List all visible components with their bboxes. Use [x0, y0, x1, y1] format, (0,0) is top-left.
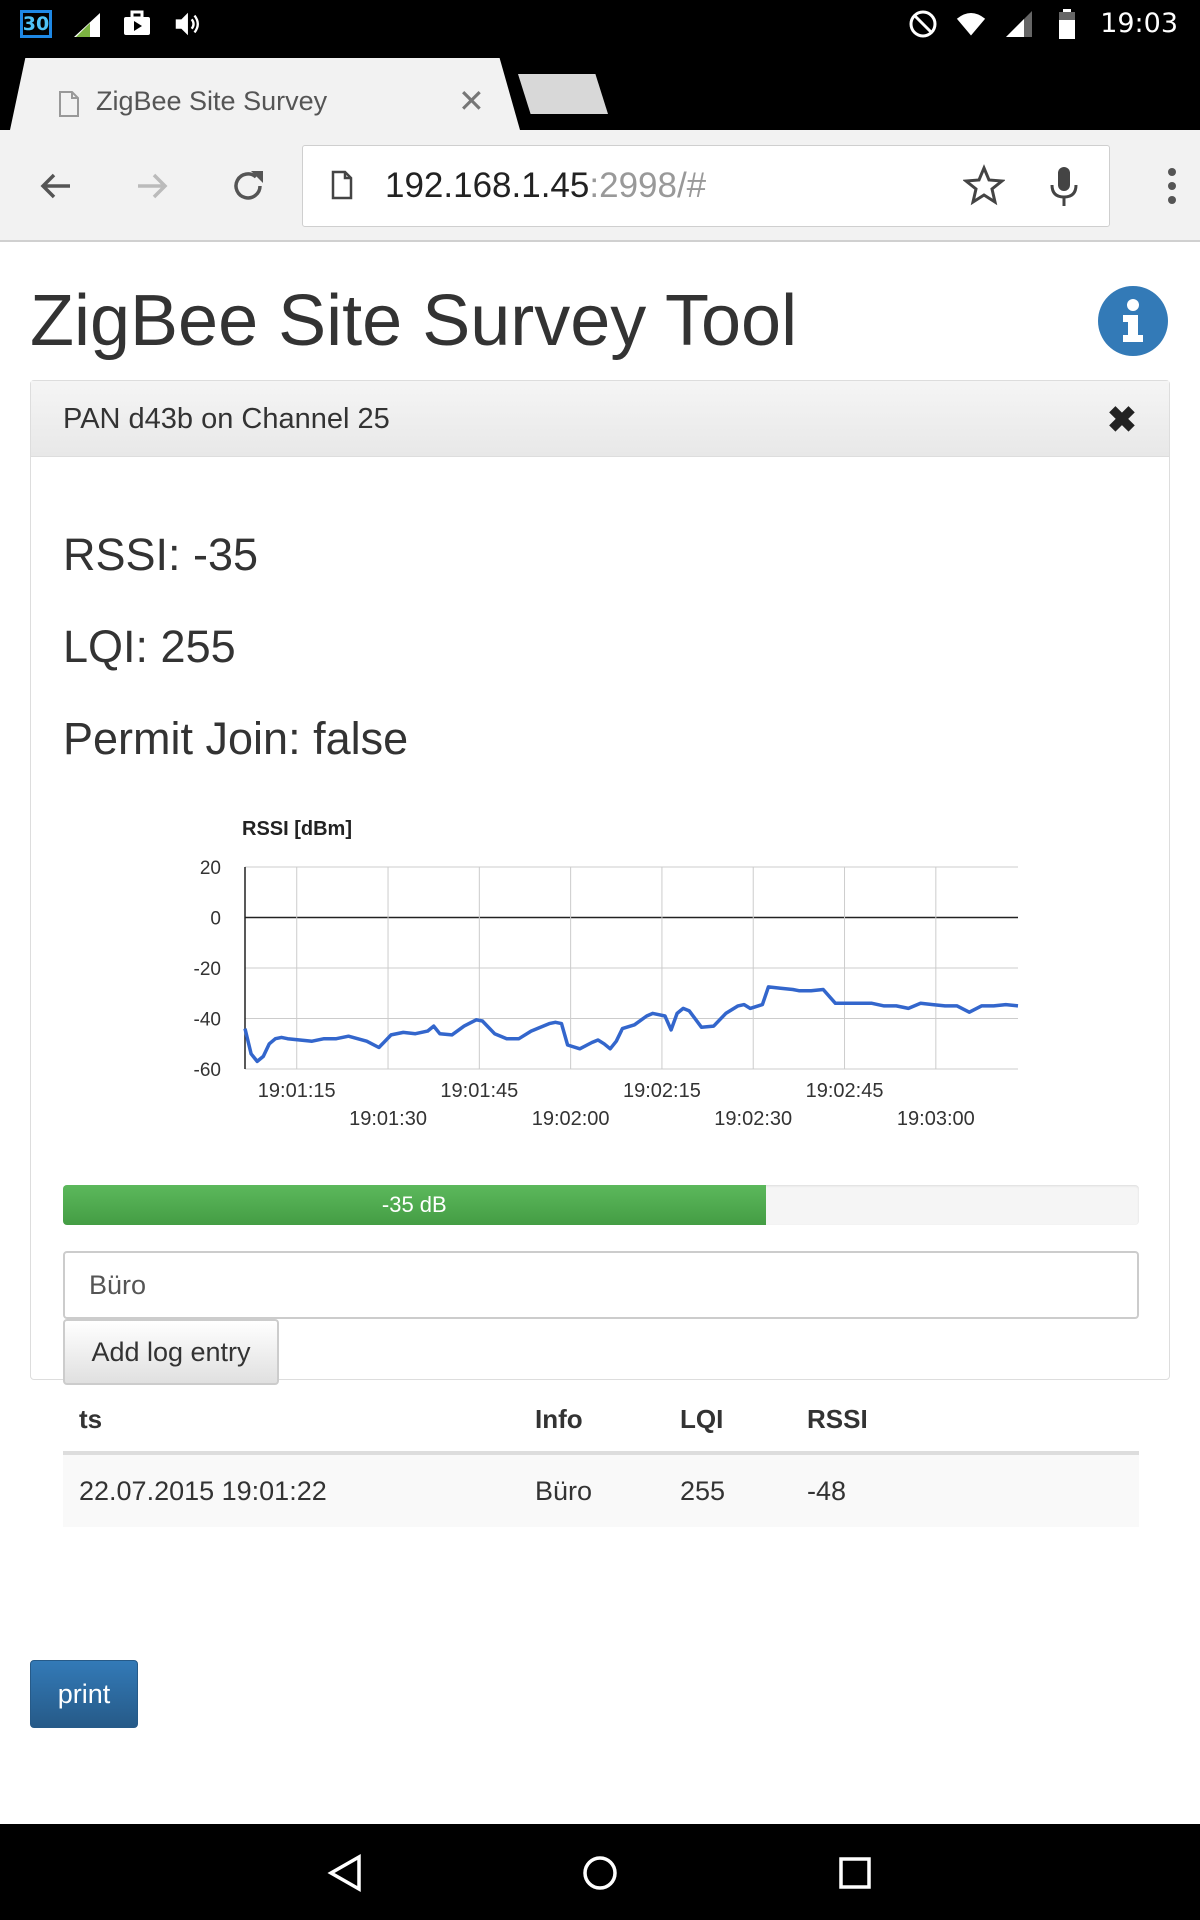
info-icon [1123, 299, 1143, 342]
info-button[interactable] [1098, 286, 1168, 356]
signal-progress-label: -35 dB [381, 1192, 447, 1217]
reload-icon [234, 171, 263, 200]
rssi-series-line [243, 985, 1019, 1064]
status-bar: 30 19:03 [0, 0, 1200, 50]
page-content: ZigBee Site Survey Tool PAN d43b on Chan… [0, 244, 1200, 1824]
microphone-icon[interactable] [1043, 164, 1085, 215]
do-not-disturb-icon [908, 9, 938, 39]
column-header-ts: ts [63, 1387, 519, 1455]
pan-panel: PAN d43b on Channel 25 ✖ RSSI: -35 LQI: … [30, 380, 1170, 1527]
y-tick-label: -40 [194, 1010, 221, 1031]
bookmark-star-icon[interactable] [962, 164, 1006, 211]
x-tick-label: 19:02:45 [806, 1080, 884, 1102]
close-tab-icon[interactable]: ✕ [458, 82, 485, 120]
permit-join-value: Permit Join: false [63, 713, 409, 764]
page-info-icon[interactable] [331, 170, 353, 205]
x-tick-label: 19:02:30 [714, 1108, 792, 1130]
cell-ts: 22.07.2015 19:01:22 [63, 1453, 519, 1527]
x-tick-label: 19:01:45 [440, 1080, 518, 1102]
cell-rssi: -48 [791, 1453, 1139, 1527]
y-tick-label: 20 [200, 858, 221, 879]
column-header-rssi: RSSI [791, 1387, 1139, 1455]
cell-lqi: 255 [664, 1453, 791, 1527]
arrow-right-icon [138, 173, 168, 199]
table-header-row: ts Info LQI RSSI [63, 1387, 1139, 1455]
browser-toolbar: 192.168.1.45:2998/# [0, 130, 1200, 242]
nav-recents-icon[interactable] [830, 1848, 880, 1898]
panel-title: PAN d43b on Channel 25 [63, 403, 390, 435]
url-text: 192.168.1.45:2998/# [385, 166, 706, 206]
url-path: :2998/# [589, 166, 707, 205]
url-host: 192.168.1.45 [385, 166, 590, 205]
x-tick-label: 19:03:00 [897, 1108, 975, 1130]
column-header-info: Info [519, 1387, 664, 1455]
battery-icon [1052, 8, 1082, 39]
add-log-entry-button[interactable]: Add log entry [63, 1319, 279, 1385]
log-table: ts Info LQI RSSI 22.07.2015 19:01:22 Bür… [63, 1387, 1139, 1527]
print-button[interactable]: print [30, 1660, 138, 1728]
forward-button[interactable] [124, 158, 180, 214]
panel-header: PAN d43b on Channel 25 ✖ [31, 381, 1169, 457]
clock: 19:03 [1100, 8, 1178, 39]
tab-title: ZigBee Site Survey [96, 86, 328, 116]
lqi-value: LQI: 255 [63, 621, 236, 672]
navigation-bar [0, 1824, 1200, 1920]
close-panel-icon[interactable]: ✖ [1107, 399, 1137, 441]
chart-y-label: RSSI [dBm] [242, 818, 352, 840]
x-tick-label: 19:02:15 [623, 1080, 701, 1102]
reload-button[interactable] [220, 158, 276, 214]
rssi-chart: RSSI [dBm] 20 0 -20 -40 -60 19:01:15 19:01:30… [194, 818, 1019, 1130]
address-bar[interactable]: 192.168.1.45:2998/# [302, 145, 1110, 227]
y-tick-label: -60 [194, 1060, 221, 1081]
briefcase-icon [122, 9, 152, 39]
tab-strip: ZigBee Site Survey ✕ [0, 50, 1200, 130]
signal-progress: -35 dB [63, 1185, 1139, 1225]
nav-home-icon[interactable] [575, 1848, 625, 1898]
browser-tab[interactable]: ZigBee Site Survey ✕ [10, 58, 520, 130]
y-tick-label: 0 [210, 909, 221, 930]
rssi-value: RSSI: -35 [63, 529, 259, 580]
table-row: 22.07.2015 19:01:22 Büro 255 -48 [63, 1453, 1139, 1527]
calendar-icon: 30 [20, 10, 52, 38]
document-icon [58, 90, 80, 123]
calendar-day: 30 [22, 13, 50, 35]
arrow-left-icon [40, 173, 70, 199]
back-button[interactable] [28, 158, 84, 214]
signal-progress-bar: -35 dB [63, 1185, 766, 1225]
x-tick-label: 19:01:15 [258, 1080, 336, 1102]
column-header-lqi: LQI [664, 1387, 791, 1455]
vibrate-icon [172, 9, 202, 39]
data-icon [72, 9, 102, 39]
new-tab-button[interactable] [518, 74, 608, 114]
y-tick-label: -20 [194, 959, 221, 980]
log-info-input[interactable] [63, 1251, 1139, 1319]
overflow-menu-icon[interactable] [1166, 166, 1178, 211]
x-tick-label: 19:01:30 [349, 1108, 427, 1130]
wifi-icon [956, 9, 986, 39]
x-tick-label: 19:02:00 [532, 1108, 610, 1130]
page-title: ZigBee Site Survey Tool [30, 281, 798, 361]
cell-signal-icon [1004, 9, 1034, 39]
cell-info: Büro [519, 1453, 664, 1527]
nav-back-icon[interactable] [320, 1848, 370, 1898]
